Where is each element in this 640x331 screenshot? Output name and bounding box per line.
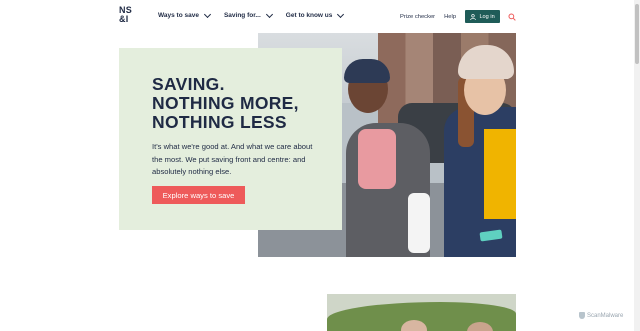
hero-image-person-left-shirt [358,129,396,189]
chevron-down-icon [203,10,211,18]
scrollbar-thumb[interactable] [635,4,639,64]
prize-checker-link[interactable]: Prize checker [400,14,435,20]
hero-card: SAVING. NOTHING MORE, NOTHING LESS It's … [119,48,342,230]
nav-get-to-know-us[interactable]: Get to know us [285,10,345,19]
nsi-logo[interactable]: NS &I [119,6,135,24]
hero-image-person-left-leg [408,193,430,253]
nav-saving-for[interactable]: Saving for... [223,10,273,19]
main-nav: Ways to save Saving for... Get to know u… [158,10,357,19]
help-link[interactable]: Help [444,14,456,20]
site-header: NS &I Ways to save Saving for... Get to … [0,0,640,34]
login-button[interactable]: Log in [465,10,501,23]
hero-image-person-right-vest [484,129,516,219]
nav-saving-for-label: Saving for... [223,12,261,19]
nav-ways-to-save-label: Ways to save [158,12,199,19]
watermark-text: ScanMalware [587,312,624,319]
hero-title: SAVING. NOTHING MORE, NOTHING LESS [152,74,299,132]
login-label: Log in [479,13,495,20]
shield-icon [579,312,585,319]
watermark: ScanMalware [579,312,623,319]
lower-image [327,294,516,331]
utility-nav: Prize checker Help Log in [400,10,516,23]
nav-ways-to-save[interactable]: Ways to save [158,10,211,19]
hero-image-person-left-hat [344,59,390,83]
user-icon [470,13,477,20]
hero-text: It's what we're good at. And what we car… [152,142,313,176]
nav-get-to-know-us-label: Get to know us [285,12,333,19]
chevron-down-icon [337,10,345,18]
explore-ways-to-save-button[interactable]: Explore ways to save [152,186,245,204]
search-icon[interactable] [508,12,516,21]
chevron-down-icon [265,10,273,18]
